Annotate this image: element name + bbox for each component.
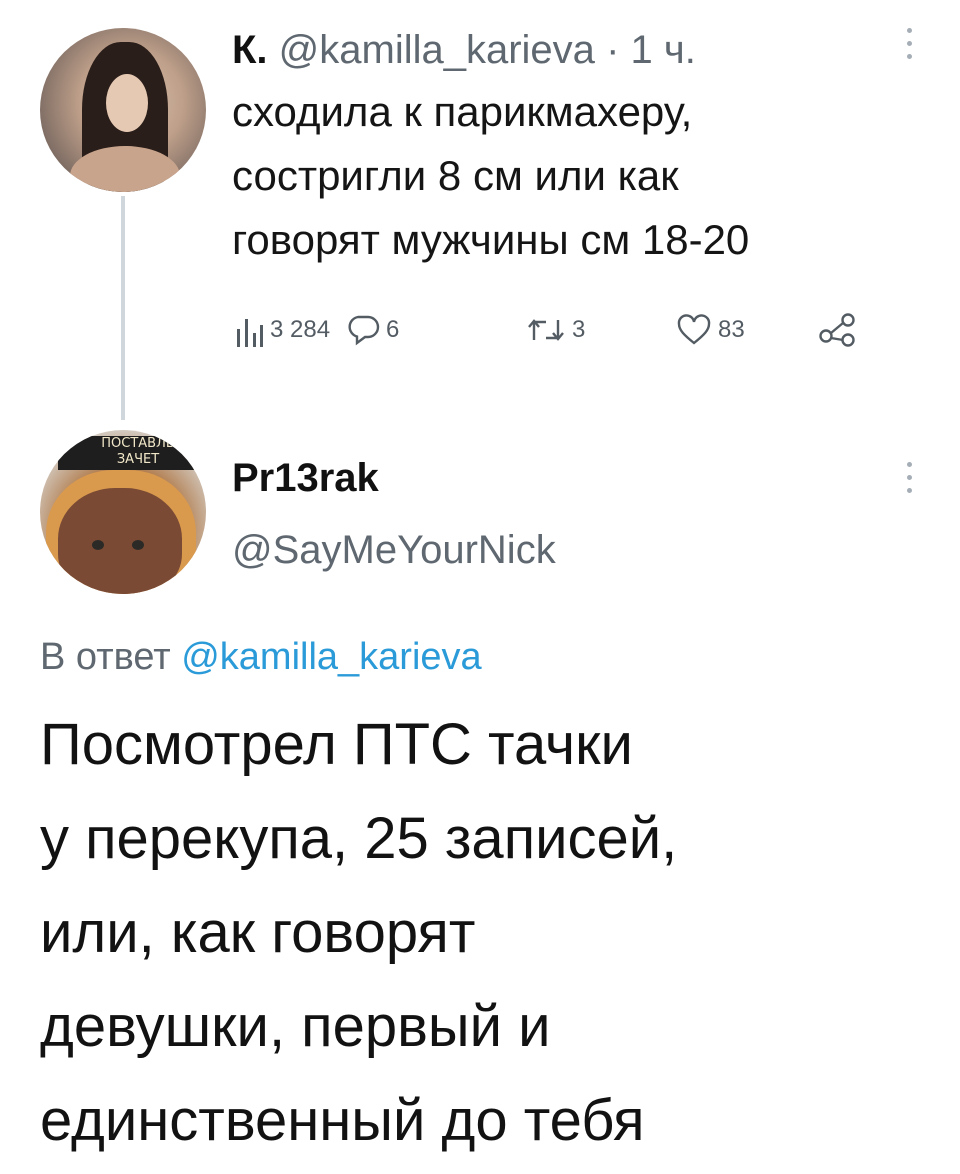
avatar-caption-line: ЗАЧЕТ — [116, 452, 160, 467]
views-button[interactable]: 3 284 — [236, 306, 330, 354]
avatar-cat-face — [58, 488, 182, 594]
tweet-actions: 3 284 6 3 83 — [236, 306, 876, 354]
reply-count: 6 — [386, 316, 400, 343]
tweet-time[interactable]: 1 ч. — [631, 28, 696, 72]
tweet-header: К. @kamilla_karieva · 1 ч. — [232, 24, 696, 76]
reply-button[interactable]: 6 — [346, 306, 399, 354]
retweet-icon — [528, 319, 564, 341]
tweet-text-line: Посмотрел ПТС тачки — [40, 712, 633, 777]
separator: · — [606, 28, 620, 72]
author-handle[interactable]: @SayMeYourNick — [232, 524, 556, 576]
like-count: 83 — [718, 316, 745, 343]
tweet-text-line: говорят мужчины см 18-20 — [232, 216, 750, 263]
avatar-cat-eye — [92, 540, 104, 550]
tweet-text-line: состригли 8 см или как — [232, 152, 679, 199]
tweet-text-line: у перекупа, 25 записей, — [40, 806, 678, 871]
more-dots-icon[interactable] — [904, 28, 914, 59]
views-count: 3 284 — [270, 316, 331, 343]
author-handle[interactable]: @kamilla_karieva — [279, 28, 595, 72]
avatar[interactable]: ПОСТАВЛЬ ЗАЧЕТ — [40, 430, 206, 594]
retweet-count: 3 — [572, 316, 586, 343]
tweet-text: Посмотрел ПТС тачки у перекупа, 25 запис… — [40, 698, 920, 1168]
reply-prefix: В ответ — [40, 636, 171, 678]
tweet-text-line: девушки, первый и — [40, 994, 551, 1059]
reply-context: В ответ @kamilla_karieva — [40, 632, 482, 682]
retweet-button[interactable]: 3 — [526, 306, 585, 354]
reply-bubble-icon — [348, 315, 380, 346]
avatar-cat-eye — [132, 540, 144, 550]
heart-icon — [677, 314, 711, 345]
like-button[interactable]: 83 — [676, 306, 745, 354]
avatar-caption-line: ПОСТАВЛЬ — [101, 436, 175, 451]
tweet-text-line: сходила к парикмахеру, — [232, 88, 693, 135]
author-name[interactable]: Pr13rak — [232, 452, 379, 504]
views-bar-chart-icon — [237, 319, 263, 347]
tweet-text-line: или, как говорят — [40, 900, 476, 965]
thread-line — [121, 196, 125, 420]
avatar-face — [106, 74, 148, 132]
reply-mention-link[interactable]: @kamilla_karieva — [181, 636, 481, 678]
avatar-caption: ПОСТАВЛЬ ЗАЧЕТ — [58, 436, 206, 470]
author-name[interactable]: К. — [232, 28, 268, 72]
more-dots-icon[interactable] — [904, 462, 914, 493]
avatar[interactable] — [40, 28, 206, 192]
share-button[interactable] — [818, 306, 858, 354]
tweet-text-line: единственный до тебя — [40, 1088, 645, 1153]
tweet-text: сходила к парикмахеру, состригли 8 см ил… — [232, 80, 892, 272]
share-icon — [819, 313, 855, 347]
